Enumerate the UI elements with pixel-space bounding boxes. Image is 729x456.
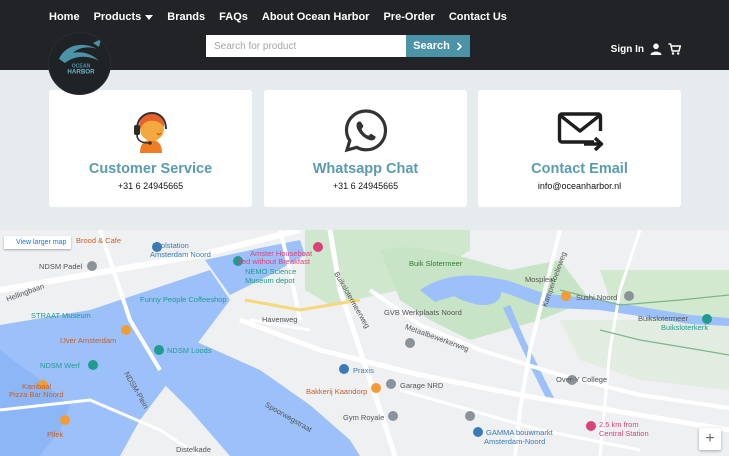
headset-agent-icon — [133, 111, 167, 153]
customer-service-phone[interactable]: +31 6 24945665 — [49, 181, 252, 191]
whale-logo-icon: OCEAN HARBOR — [49, 33, 110, 94]
map-label[interactable]: Museum depot — [245, 276, 295, 285]
nav-home[interactable]: Home — [49, 11, 80, 23]
whatsapp-icon — [344, 109, 387, 153]
map-label[interactable]: Pizza Bar Noord — [9, 390, 64, 399]
envelope-arrow-icon — [557, 112, 603, 152]
nav-faqs[interactable]: FAQs — [219, 11, 248, 23]
map-label: Mosplein — [525, 275, 556, 284]
contact-email-address[interactable]: info@oceanharbor.nl — [478, 181, 681, 191]
map-label[interactable]: Funny People Coffeeshop — [140, 295, 227, 304]
map-label[interactable]: Praxis — [353, 366, 374, 375]
logo-text-line2: HARBOR — [67, 69, 95, 76]
map-label[interactable]: Amsterdam-Noord — [484, 437, 545, 446]
nav-products[interactable]: Products — [94, 11, 154, 23]
map-label[interactable]: IJver Amsterdam — [60, 336, 116, 345]
nav-about[interactable]: About Ocean Harbor — [262, 11, 370, 23]
chevron-right-icon — [456, 41, 462, 51]
map-label[interactable]: GAMMA bouwmarkt — [486, 428, 553, 437]
contact-email-title: Contact Email — [531, 161, 628, 177]
map-label[interactable]: Bakkerij Kaandorp — [306, 387, 367, 396]
zoom-in-button[interactable]: + — [699, 428, 721, 450]
map-label[interactable]: Pllek — [47, 430, 63, 439]
map-label[interactable]: Buiksloterkerk — [661, 323, 708, 332]
main-nav: Home Products Brands FAQs About Ocean Ha… — [49, 11, 521, 23]
map-label[interactable]: NDSM Werf — [40, 361, 80, 370]
map-label[interactable]: STRAAT Museum — [31, 311, 91, 320]
site-logo[interactable]: OCEAN HARBOR — [48, 32, 111, 95]
user-icon[interactable] — [650, 43, 662, 55]
map-label[interactable]: Over-Y College — [556, 375, 607, 384]
map-label: Distelkade — [176, 445, 212, 454]
map-label[interactable]: Bed without Breakfast — [237, 257, 310, 266]
map-label[interactable]: Buikslotermeer — [638, 314, 688, 323]
view-larger-map-link[interactable]: View larger map — [4, 236, 72, 249]
search-button[interactable]: Search — [406, 35, 470, 57]
whatsapp-card[interactable]: Whatsapp Chat +31 6 24945665 — [264, 90, 467, 207]
whatsapp-phone[interactable]: +31 6 24945665 — [264, 181, 467, 191]
whatsapp-title: Whatsapp Chat — [312, 161, 419, 177]
nav-brands[interactable]: Brands — [167, 11, 205, 23]
map-label[interactable]: Brood & Cafe — [76, 236, 121, 245]
nav-preorder[interactable]: Pre-Order — [383, 11, 434, 23]
map-label[interactable]: NDSM Loods — [167, 346, 212, 355]
search-button-label: Search — [413, 40, 450, 52]
map-label[interactable]: Amsterdam Noord — [150, 250, 211, 259]
map-label[interactable]: GVB Werkplaats Noord — [384, 308, 462, 317]
map-label[interactable]: Toolstation — [153, 241, 189, 250]
account-area: Sign In — [611, 43, 681, 55]
customer-service-card[interactable]: Customer Service +31 6 24945665 — [49, 90, 252, 207]
map-label[interactable]: Buik Slotermeer — [409, 259, 462, 268]
customer-service-title: Customer Service — [88, 161, 213, 177]
map-label[interactable]: Central Station — [599, 429, 649, 438]
map-label[interactable]: Garage NRD — [400, 381, 443, 390]
caret-down-icon — [145, 14, 154, 20]
sign-in-link[interactable]: Sign In — [611, 44, 644, 55]
search-bar: Search — [206, 35, 470, 57]
map-label[interactable]: Sushi Noord — [576, 293, 617, 302]
map-label[interactable]: NDSM Padel — [39, 262, 82, 271]
contact-email-card[interactable]: Contact Email info@oceanharbor.nl — [478, 90, 681, 207]
google-map[interactable]: Brood & Cafe Toolstation Amsterdam Noord… — [0, 230, 729, 456]
map-label[interactable]: Gym Royale — [343, 413, 384, 422]
nav-contact[interactable]: Contact Us — [449, 11, 507, 23]
nav-products-label: Products — [93, 11, 142, 23]
search-input[interactable] — [206, 35, 406, 57]
map-label[interactable]: NEMO Science — [245, 267, 296, 276]
map-label: Havenweg — [262, 315, 298, 324]
cart-icon[interactable] — [668, 43, 681, 55]
map-label[interactable]: 2.5 km from — [599, 420, 639, 429]
